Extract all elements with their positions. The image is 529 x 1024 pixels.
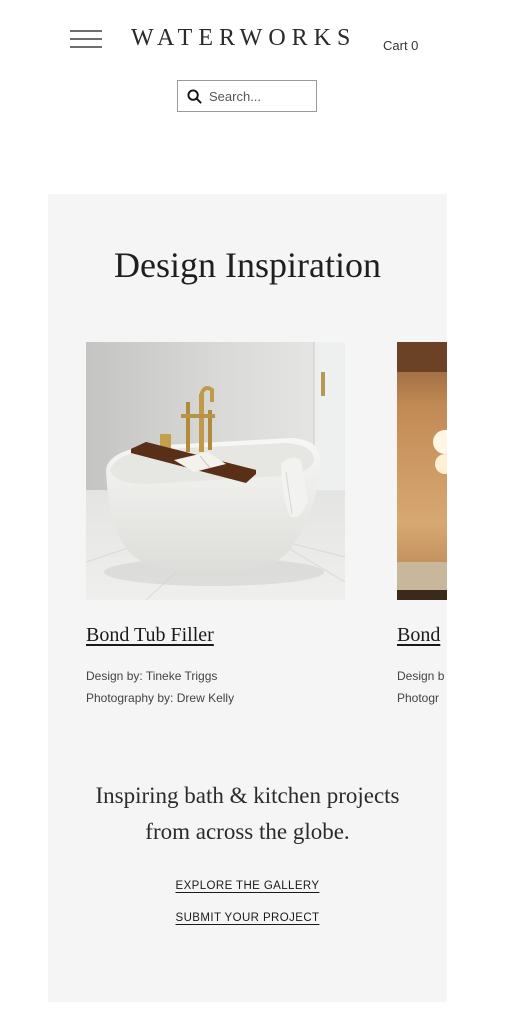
hamburger-menu-icon[interactable]	[70, 30, 102, 48]
inspiration-card[interactable]: Bond Tub Filler Design by: Tineke Triggs…	[86, 342, 345, 709]
tagline-line-2: from across the globe.	[145, 819, 350, 844]
menu-line	[70, 30, 102, 32]
photography-credit: Photography by: Drew Kelly	[86, 691, 235, 705]
card-title-link[interactable]: Bond	[397, 624, 440, 647]
search-icon	[187, 88, 202, 104]
menu-line	[70, 46, 102, 48]
card-title-link[interactable]: Bond Tub Filler	[86, 624, 214, 647]
design-credit: Design b	[397, 669, 445, 683]
brand-logo[interactable]: WATERWORKS	[131, 25, 356, 52]
bathroom-photo[interactable]	[397, 342, 447, 600]
explore-gallery-link[interactable]: EXPLORE THE GALLERY	[176, 880, 320, 892]
bathtub-photo[interactable]	[86, 342, 345, 600]
menu-line	[70, 38, 102, 40]
submit-project-row: SUBMIT YOUR PROJECT	[48, 912, 447, 924]
photography-credit: Photogr	[397, 691, 440, 705]
search-input[interactable]	[209, 88, 309, 104]
card-credits: Design b Photogr	[397, 665, 447, 709]
tagline: Inspiring bath & kitchen projects from a…	[48, 778, 447, 850]
tagline-line-1: Inspiring bath & kitchen projects	[95, 783, 400, 808]
card-credits: Design by: Tineke Triggs Photography by:…	[86, 665, 345, 709]
submit-project-link[interactable]: SUBMIT YOUR PROJECT	[176, 912, 320, 924]
explore-gallery-row: EXPLORE THE GALLERY	[48, 880, 447, 892]
design-inspiration-section: Design Inspiration Bond Tub Filler Desig…	[48, 194, 447, 1002]
inspiration-card[interactable]: Bond Design b Photogr	[397, 342, 447, 709]
cart-link[interactable]: Cart 0	[383, 38, 418, 53]
section-title: Design Inspiration	[114, 245, 381, 285]
search-box[interactable]	[177, 80, 317, 112]
design-credit: Design by: Tineke Triggs	[86, 669, 218, 683]
